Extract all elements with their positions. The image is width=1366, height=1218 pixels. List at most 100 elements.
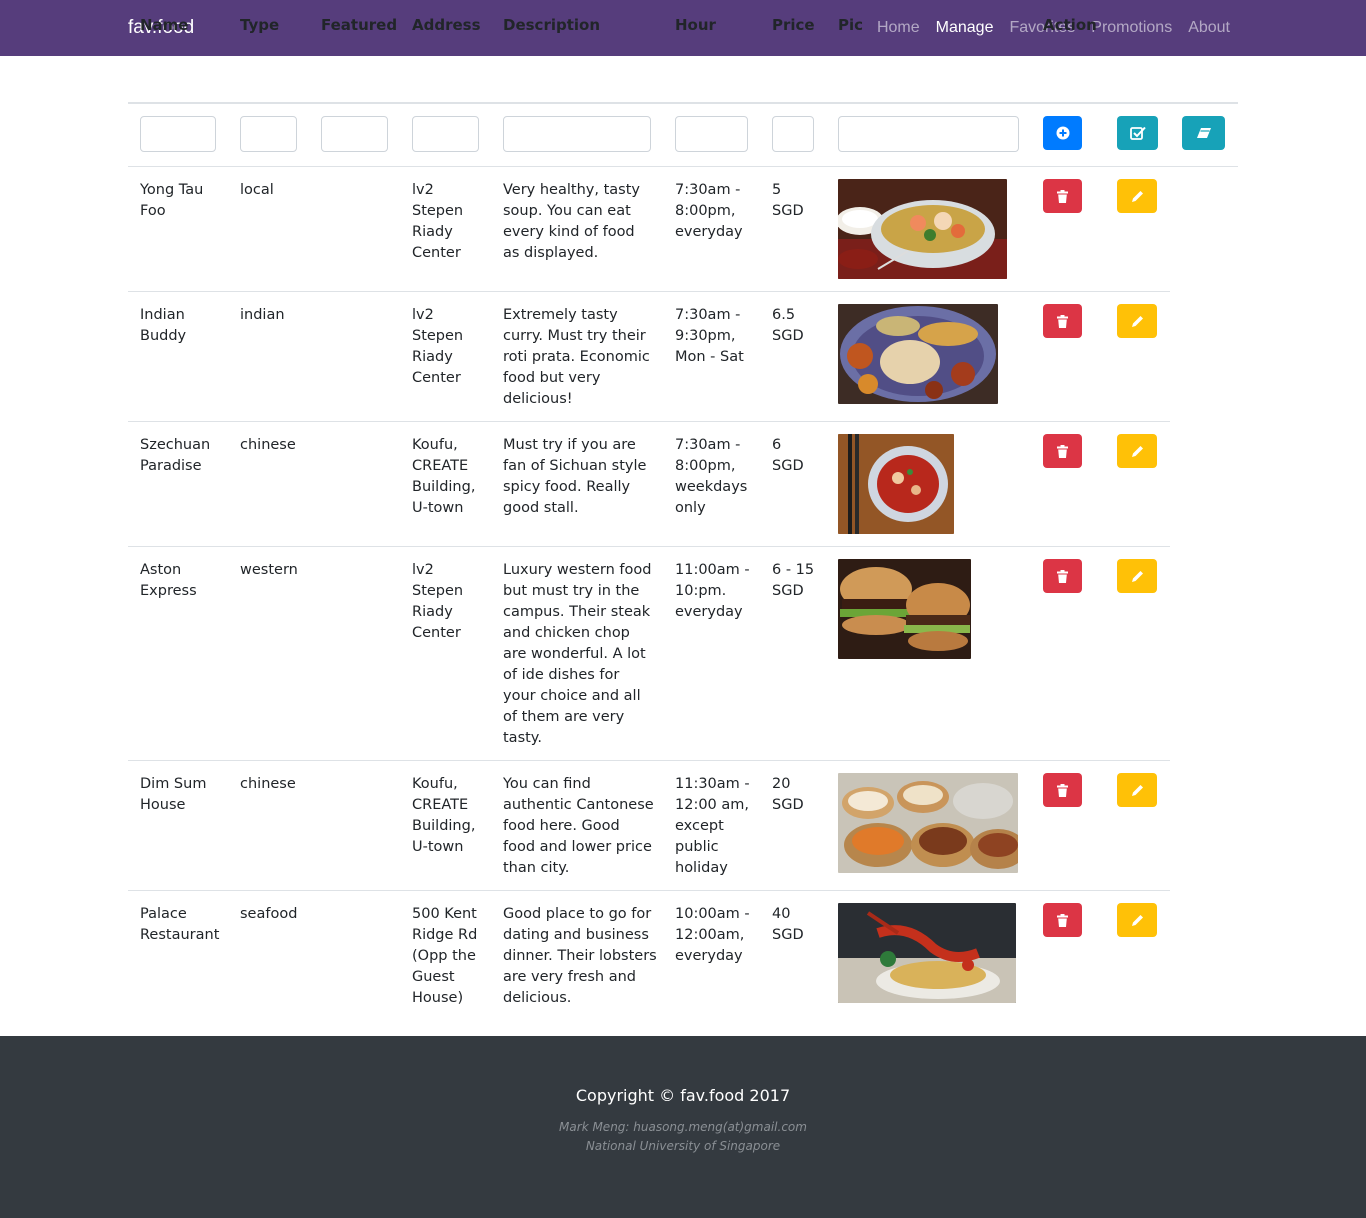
header-name: Name <box>140 16 189 34</box>
table-header <box>128 56 1238 104</box>
institution-text: National University of Singapore <box>585 1139 781 1153</box>
row-description: Very healthy, tasty soup. You can eat ev… <box>503 182 640 261</box>
type-input[interactable] <box>240 116 297 152</box>
row-hour: 10:00am - 12:00am, everyday <box>675 906 750 964</box>
hour-input[interactable] <box>675 116 748 152</box>
row-type: seafood <box>240 906 298 922</box>
nav-about[interactable]: About <box>1188 18 1230 38</box>
plus-circle-icon <box>1056 126 1069 140</box>
edit-button[interactable] <box>1117 773 1157 807</box>
row-name: Palace Restaurant <box>140 906 220 943</box>
row-price: 40 SGD <box>772 906 804 943</box>
nav-home[interactable]: Home <box>877 18 920 38</box>
footer: Copyright © fav.food 2017 Mark Meng: hua… <box>0 1036 1366 1218</box>
nav-promotions[interactable]: Promotions <box>1091 18 1172 38</box>
delete-button[interactable] <box>1043 179 1082 213</box>
aston-express-photo <box>838 559 971 659</box>
pencil-icon <box>1131 784 1143 796</box>
row-price: 6 SGD <box>772 437 804 474</box>
row-price: 20 SGD <box>772 776 804 813</box>
row-description: You can find authentic Cantonese food he… <box>503 776 654 876</box>
row-address: Koufu, CREATE Building, U-town <box>412 776 476 855</box>
header-type: Type <box>240 16 280 34</box>
row-address: lv2 Stepen Riady Center <box>412 307 464 386</box>
add-button[interactable] <box>1043 116 1082 150</box>
header-hour: Hour <box>675 16 716 34</box>
row-description: Luxury western food but must try in the … <box>503 562 652 746</box>
divider <box>128 890 1170 891</box>
trash-icon <box>1057 783 1068 797</box>
row-price: 5 SGD <box>772 182 804 219</box>
header-pic: Pic <box>838 16 864 34</box>
copyright-text: Copyright © fav.food 2017 <box>575 1086 791 1105</box>
pic-input[interactable] <box>838 116 1019 152</box>
featured-input[interactable] <box>321 116 388 152</box>
row-hour: 11:30am - 12:00 am, except public holida… <box>675 776 750 876</box>
row-hour: 7:30am - 8:00pm, everyday <box>675 182 743 240</box>
delete-button[interactable] <box>1043 903 1082 937</box>
pencil-icon <box>1131 914 1143 926</box>
trash-icon <box>1057 314 1068 328</box>
delete-button[interactable] <box>1043 559 1082 593</box>
row-type: indian <box>240 307 285 323</box>
divider <box>128 421 1170 422</box>
indian-buddy-photo <box>838 304 998 404</box>
divider <box>128 546 1170 547</box>
row-description: Must try if you are fan of Sichuan style… <box>503 437 647 516</box>
pencil-icon <box>1131 190 1143 202</box>
row-price: 6.5 SGD <box>772 307 804 344</box>
delete-button[interactable] <box>1043 434 1082 468</box>
eraser-icon <box>1196 128 1211 138</box>
edit-button[interactable] <box>1117 903 1157 937</box>
edit-button[interactable] <box>1117 559 1157 593</box>
author-text: Mark Meng: huasong.meng(at)gmail.com <box>559 1120 807 1134</box>
row-address: 500 Kent Ridge Rd (Opp the Guest House) <box>412 906 478 1006</box>
pencil-icon <box>1131 315 1143 327</box>
delete-button[interactable] <box>1043 773 1082 807</box>
row-hour: 7:30am - 8:00pm, weekdays only <box>675 437 748 516</box>
trash-icon <box>1057 189 1068 203</box>
credits: Mark Meng: huasong.meng(at)gmail.com Nat… <box>0 1118 1366 1156</box>
row-name: Yong Tau Foo <box>140 182 204 219</box>
row-address: Koufu, CREATE Building, U-town <box>412 437 476 516</box>
pencil-icon <box>1131 445 1143 457</box>
row-type: chinese <box>240 776 296 792</box>
header-price: Price <box>772 16 815 34</box>
nav-manage[interactable]: Manage <box>936 18 994 38</box>
row-address: lv2 Stepen Riady Center <box>412 562 464 641</box>
header-action: Action <box>1043 16 1097 34</box>
edit-button[interactable] <box>1117 179 1157 213</box>
header-address: Address <box>412 16 481 34</box>
clear-button[interactable] <box>1182 116 1225 150</box>
palace-restaurant-photo <box>838 903 1016 1003</box>
row-hour: 11:00am - 10:pm. everyday <box>675 562 750 620</box>
name-input[interactable] <box>140 116 216 152</box>
pencil-icon <box>1131 570 1143 582</box>
header-description: Description <box>503 16 601 34</box>
row-type: western <box>240 562 298 578</box>
save-all-button[interactable] <box>1117 116 1158 150</box>
delete-button[interactable] <box>1043 304 1082 338</box>
edit-button[interactable] <box>1117 304 1157 338</box>
yong-tau-foo-photo <box>838 179 1007 279</box>
trash-icon <box>1057 569 1068 583</box>
row-price: 6 - 15 SGD <box>772 562 815 599</box>
row-type: local <box>240 182 274 198</box>
description-input[interactable] <box>503 116 651 152</box>
dim-sum-house-photo <box>838 773 1018 873</box>
row-type: chinese <box>240 437 296 453</box>
header-featured: Featured <box>321 16 398 34</box>
edit-button[interactable] <box>1117 434 1157 468</box>
price-input[interactable] <box>772 116 814 152</box>
row-description: Good place to go for dating and business… <box>503 906 657 1006</box>
divider <box>128 760 1170 761</box>
address-input[interactable] <box>412 116 479 152</box>
row-name: Aston Express <box>140 562 197 599</box>
trash-icon <box>1057 913 1068 927</box>
szechuan-paradise-photo <box>838 434 954 534</box>
row-name: Szechuan Paradise <box>140 437 211 474</box>
divider <box>128 291 1170 292</box>
row-address: lv2 Stepen Riady Center <box>412 182 464 261</box>
divider <box>128 166 1238 167</box>
row-name: Indian Buddy <box>140 307 187 344</box>
